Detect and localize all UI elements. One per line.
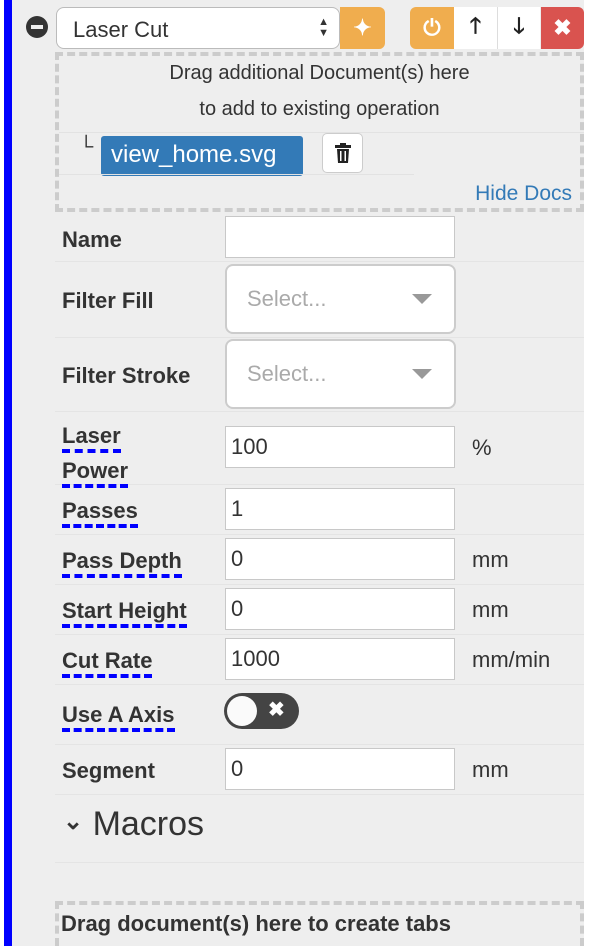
drag-hint-line2: to add to existing operation xyxy=(199,98,440,120)
power-icon: ⏻ xyxy=(423,15,441,40)
toggle-knob xyxy=(227,696,257,726)
document-chip[interactable]: view_home.svg xyxy=(101,136,303,176)
collapse-minus-icon[interactable] xyxy=(26,16,48,38)
passes-input[interactable] xyxy=(225,488,455,530)
laser-power-unit: % xyxy=(472,435,492,460)
name-label: Name xyxy=(62,227,122,252)
magic-wand-icon: ✦ xyxy=(353,15,372,40)
filter-fill-select[interactable]: Select... xyxy=(225,264,456,334)
filter-stroke-select[interactable]: Select... xyxy=(225,339,456,409)
pass-depth-input[interactable] xyxy=(225,538,455,580)
segment-label: Segment xyxy=(62,758,155,783)
field-use-a-axis: Use A Axis ✖ xyxy=(55,685,584,745)
cut-rate-label: Cut Rate xyxy=(62,648,153,678)
documents-drop-area[interactable]: Drag additional Document(s) here to add … xyxy=(55,52,584,212)
field-filter-fill: Filter Fill Select... xyxy=(55,262,584,338)
divider xyxy=(59,174,414,175)
segment-unit: mm xyxy=(472,757,509,782)
operation-type-select[interactable]: Laser Cut ▲ ▼ xyxy=(56,7,340,49)
pass-depth-label: Pass Depth xyxy=(62,548,182,578)
macros-toggle[interactable]: ⌄ Macros xyxy=(63,805,204,844)
toggle-enabled-button[interactable]: ⏻ xyxy=(410,7,454,49)
filter-stroke-label: Filter Stroke xyxy=(62,363,191,388)
pass-depth-unit: mm xyxy=(472,547,509,572)
field-laser-power: LaserPower % xyxy=(55,412,584,488)
operation-selected-bar xyxy=(4,0,12,946)
laser-power-input[interactable] xyxy=(225,426,455,468)
field-cut-rate: Cut Rate mm/min xyxy=(55,635,584,685)
remove-document-button[interactable] xyxy=(322,133,363,173)
field-segment: Segment mm xyxy=(55,745,584,795)
macros-section[interactable]: ⌄ Macros xyxy=(55,797,584,863)
close-icon: ✖ xyxy=(553,15,572,40)
arrow-down-icon: 🡓 xyxy=(513,13,525,38)
generate-wand-button[interactable]: ✦ xyxy=(340,7,385,49)
dropdown-caret-icon xyxy=(412,369,432,379)
trash-icon xyxy=(334,143,351,163)
laser-power-label: Laser Power xyxy=(62,418,129,488)
move-down-button[interactable]: 🡓 xyxy=(497,7,540,49)
select-updown-icon: ▲ ▼ xyxy=(318,16,329,39)
passes-label: Passes xyxy=(62,498,138,528)
dropdown-caret-icon xyxy=(412,294,432,304)
drag-hint-line1: Drag additional Document(s) here xyxy=(169,62,470,84)
segment-input[interactable] xyxy=(225,748,455,790)
x-icon: ✖ xyxy=(268,699,285,721)
field-name: Name xyxy=(55,214,584,262)
field-pass-depth: Pass Depth mm xyxy=(55,535,584,585)
use-a-axis-toggle[interactable]: ✖ xyxy=(224,693,299,729)
filter-fill-label: Filter Fill xyxy=(62,288,154,313)
move-up-button[interactable]: 🡑 xyxy=(454,7,497,49)
divider xyxy=(59,132,584,133)
arrow-up-icon: 🡑 xyxy=(469,13,482,38)
start-height-unit: mm xyxy=(472,597,509,622)
start-height-label: Start Height xyxy=(62,598,187,628)
hide-docs-link[interactable]: Hide Docs xyxy=(475,182,572,206)
field-filter-stroke: Filter Stroke Select... xyxy=(55,338,584,412)
name-input[interactable] xyxy=(225,216,455,258)
tree-corner-icon: └ xyxy=(79,136,94,158)
use-a-axis-label: Use A Axis xyxy=(62,702,175,732)
remove-operation-button[interactable]: ✖ xyxy=(541,7,584,49)
field-passes: Passes xyxy=(55,485,584,535)
field-start-height: Start Height mm xyxy=(55,585,584,635)
cut-rate-input[interactable] xyxy=(225,638,455,680)
start-height-input[interactable] xyxy=(225,588,455,630)
cut-rate-unit: mm/min xyxy=(472,647,551,672)
chevron-down-icon: ⌄ xyxy=(63,808,84,835)
create-tabs-drop-zone[interactable]: Drag document(s) here to create tabs xyxy=(55,901,584,946)
